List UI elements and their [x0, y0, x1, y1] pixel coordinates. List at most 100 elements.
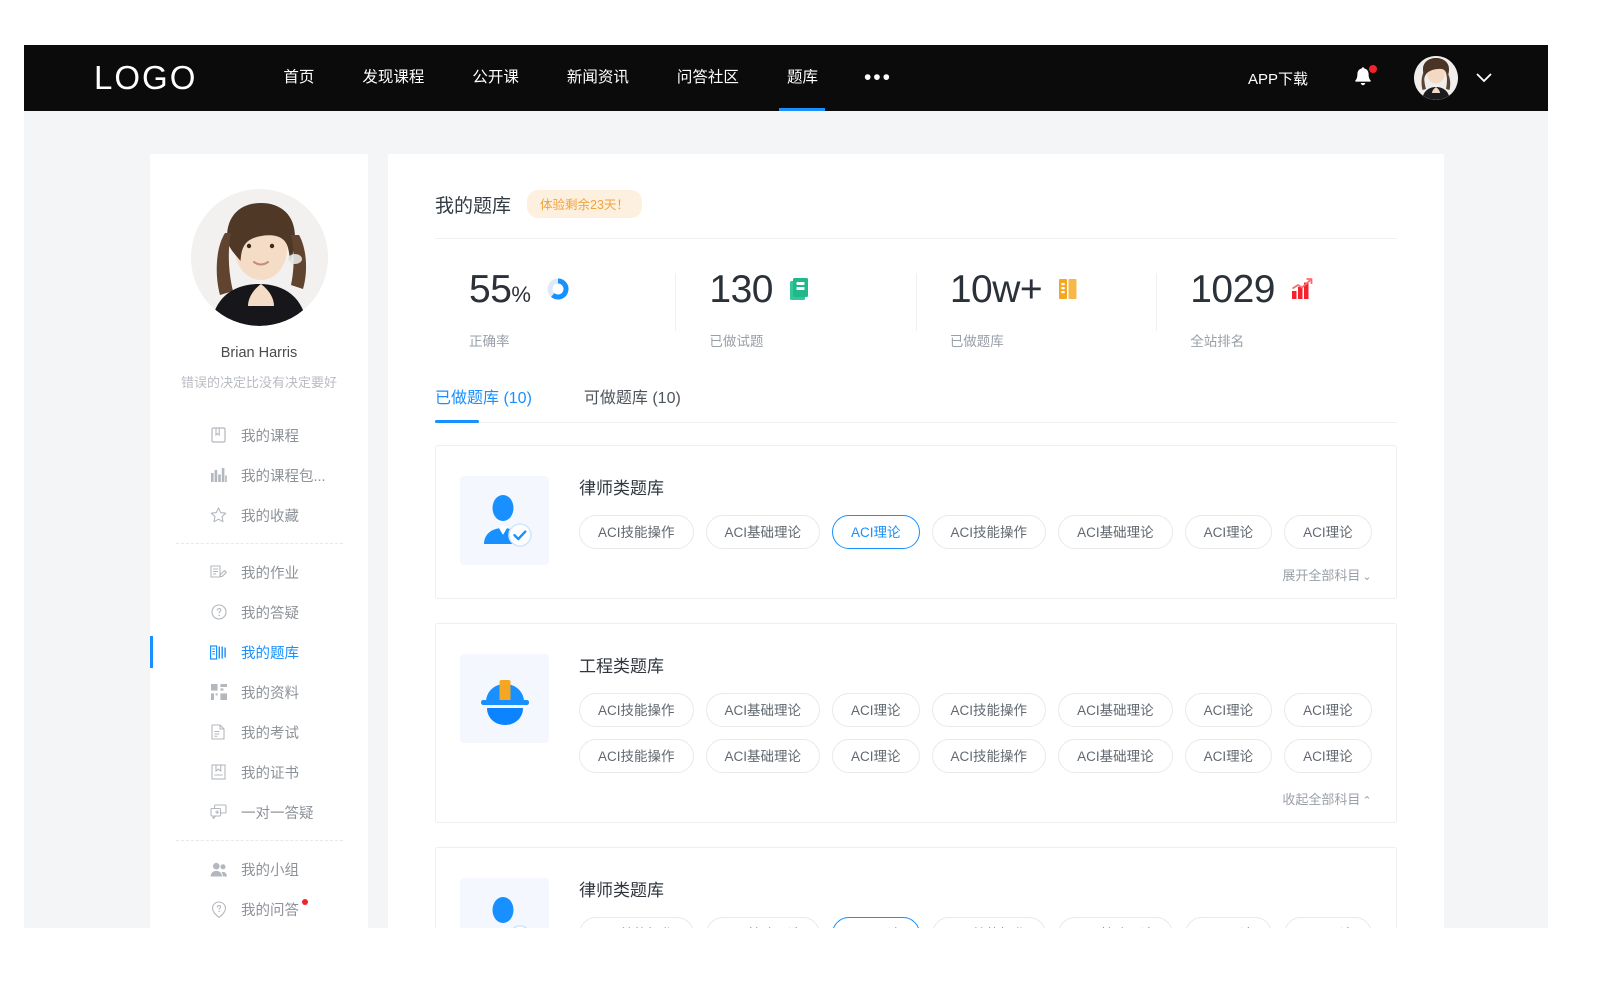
subject-chip[interactable]: ACI技能操作 — [932, 693, 1047, 727]
subject-chip[interactable]: ACI理论 — [1185, 739, 1273, 773]
sidebar-item-label: 我的小组 — [241, 859, 299, 880]
star-icon — [210, 507, 227, 524]
more-nav-icon[interactable]: ••• — [842, 53, 914, 103]
subject-chip[interactable]: ACI基础理论 — [706, 739, 821, 773]
nav-item-qa-community[interactable]: 问答社区 — [653, 45, 763, 111]
subject-chip[interactable]: ACI理论 — [832, 739, 920, 773]
subject-chip[interactable]: ACI技能操作 — [932, 917, 1047, 928]
subject-chip-row: ACI技能操作 ACI基础理论 ACI理论 ACI技能操作 ACI基础理论 AC… — [579, 515, 1372, 549]
user-avatar-image — [1414, 56, 1458, 100]
stat-site-ranking: 1029 全站排名 — [1156, 265, 1396, 350]
stat-value-row: 1029 — [1190, 265, 1396, 313]
subject-chip[interactable]: ACI基础理论 — [1058, 739, 1173, 773]
card-content: 律师类题库 ACI技能操作 ACI基础理论 ACI理论 ACI技能操作 ACI基… — [549, 874, 1372, 928]
content-tabs: 已做题库 (10) 可做题库 (10) — [435, 368, 1397, 423]
subject-chip[interactable]: ACI理论 — [1185, 917, 1273, 928]
expand-subjects-button[interactable]: 展开全部科目⌄ — [579, 561, 1372, 584]
subject-chip[interactable]: ACI理论 — [1284, 693, 1372, 727]
subject-chip[interactable]: ACI理论 — [1185, 693, 1273, 727]
subject-chip[interactable]: ACI基础理论 — [1058, 515, 1173, 549]
sidebar-item-one-on-one-qa[interactable]: 一对一答疑 — [150, 792, 368, 832]
nav-item-open-class[interactable]: 公开课 — [448, 45, 543, 111]
subject-chip[interactable]: ACI理论 — [1284, 739, 1372, 773]
question-bank-card[interactable]: 律师类题库 ACI技能操作 ACI基础理论 ACI理论 ACI技能操作 ACI基… — [435, 445, 1397, 599]
subject-chip[interactable]: ACI理论 — [1284, 515, 1372, 549]
subject-chip[interactable]: ACI基础理论 — [706, 515, 821, 549]
sidebar-menu: 我的课程 我的课程包... 我的收藏 — [150, 415, 368, 928]
subject-chip[interactable]: ACI理论 — [1284, 917, 1372, 928]
app-download-link[interactable]: APP下载 — [1248, 68, 1308, 89]
certificate-icon — [210, 764, 227, 781]
nav-label: 新闻资讯 — [567, 69, 629, 86]
site-logo[interactable]: LOGO — [94, 59, 197, 97]
collapse-label: 收起全部科目 — [1282, 792, 1360, 807]
sidebar-divider — [176, 543, 343, 544]
subject-chip[interactable]: ACI理论 — [1185, 515, 1273, 549]
green-book-icon — [789, 276, 813, 302]
sidebar-divider — [176, 840, 343, 841]
hard-hat-icon — [476, 672, 534, 726]
account-dropdown-toggle[interactable] — [1476, 73, 1492, 83]
nav-item-news[interactable]: 新闻资讯 — [543, 45, 653, 111]
sidebar-item-my-questions[interactable]: 我的问答 — [150, 889, 368, 928]
subject-chip[interactable]: ACI基础理论 — [1058, 693, 1173, 727]
nav-item-question-bank[interactable]: 题库 — [763, 45, 842, 111]
sidebar-item-label: 我的证书 — [241, 762, 299, 783]
collapse-subjects-button[interactable]: 收起全部科目⌃ — [579, 785, 1372, 808]
sidebar-item-my-materials[interactable]: 我的资料 — [150, 672, 368, 712]
sidebar-item-my-favorites[interactable]: 我的收藏 — [150, 495, 368, 535]
trial-status-badge: 体验剩余23天！ — [527, 190, 642, 218]
stat-label: 已做题库 — [950, 330, 1156, 350]
stat-banks-done: 10w+ 已做题库 — [916, 265, 1156, 350]
stat-label: 全站排名 — [1190, 330, 1396, 350]
nav-label: 首页 — [283, 69, 314, 86]
stat-value: 130 — [709, 270, 773, 309]
stat-label: 已做试题 — [709, 330, 915, 350]
sidebar-item-label: 我的课程 — [241, 425, 299, 446]
subject-chip[interactable]: ACI基础理论 — [706, 917, 821, 928]
sidebar-user-motto: 错误的决定比没有决定要好 — [150, 372, 368, 391]
page-header: 我的题库 体验剩余23天！ — [435, 154, 1397, 239]
sidebar-item-my-qa[interactable]: 我的答疑 — [150, 592, 368, 632]
sidebar-item-my-group[interactable]: 我的小组 — [150, 849, 368, 889]
stat-value-row: 130 — [709, 265, 915, 313]
qa-pin-icon — [210, 901, 227, 918]
subject-chip[interactable]: ACI技能操作 — [579, 739, 694, 773]
question-bank-card[interactable]: 工程类题库 ACI技能操作 ACI基础理论 ACI理论 ACI技能操作 ACI基… — [435, 623, 1397, 823]
subject-chip-row: ACI技能操作 ACI基础理论 ACI理论 ACI技能操作 ACI基础理论 AC… — [579, 917, 1372, 928]
question-circle-icon — [210, 604, 227, 621]
card-thumbnail — [460, 654, 549, 743]
sidebar-item-my-certificates[interactable]: 我的证书 — [150, 752, 368, 792]
sidebar-item-label: 我的问答 — [241, 899, 299, 920]
subject-chip[interactable]: ACI技能操作 — [579, 917, 694, 928]
subject-chip[interactable]: ACI技能操作 — [579, 693, 694, 727]
tab-label: 可做题库 (10) — [584, 390, 681, 407]
subject-chip-selected[interactable]: ACI理论 — [832, 515, 920, 549]
main-content-panel: 我的题库 体验剩余23天！ 55% — [388, 154, 1444, 928]
sidebar-item-my-homework[interactable]: 我的作业 — [150, 552, 368, 592]
tab-available-banks[interactable]: 可做题库 (10) — [584, 384, 681, 422]
main-nav: 首页 发现课程 公开课 新闻资讯 问答社区 题库 ••• — [259, 45, 914, 111]
nav-item-discover-courses[interactable]: 发现课程 — [338, 45, 448, 111]
notification-badge-dot — [1369, 65, 1377, 73]
avatar[interactable] — [1414, 56, 1458, 100]
subject-chip[interactable]: ACI技能操作 — [932, 739, 1047, 773]
question-bank-card[interactable]: 律师类题库 ACI技能操作 ACI基础理论 ACI理论 ACI技能操作 ACI基… — [435, 847, 1397, 928]
subject-chip[interactable]: ACI基础理论 — [706, 693, 821, 727]
nav-label: 题库 — [787, 69, 818, 86]
subject-chip[interactable]: ACI基础理论 — [1058, 917, 1173, 928]
nav-item-home[interactable]: 首页 — [259, 45, 338, 111]
sidebar-item-my-course-packages[interactable]: 我的课程包... — [150, 455, 368, 495]
stat-number: 55 — [469, 268, 511, 311]
sidebar-item-my-courses[interactable]: 我的课程 — [150, 415, 368, 455]
subject-chip[interactable]: ACI技能操作 — [932, 515, 1047, 549]
subject-chip[interactable]: ACI理论 — [832, 693, 920, 727]
notifications-button[interactable] — [1352, 66, 1374, 90]
active-tab-indicator — [435, 420, 479, 423]
tab-completed-banks[interactable]: 已做题库 (10) — [435, 384, 532, 422]
sidebar-item-my-question-bank[interactable]: 我的题库 — [150, 632, 368, 672]
top-navigation-bar: LOGO 首页 发现课程 公开课 新闻资讯 问答社区 题库 — [24, 45, 1548, 111]
subject-chip-selected[interactable]: ACI理论 — [832, 917, 920, 928]
sidebar-item-my-exams[interactable]: 我的考试 — [150, 712, 368, 752]
subject-chip[interactable]: ACI技能操作 — [579, 515, 694, 549]
